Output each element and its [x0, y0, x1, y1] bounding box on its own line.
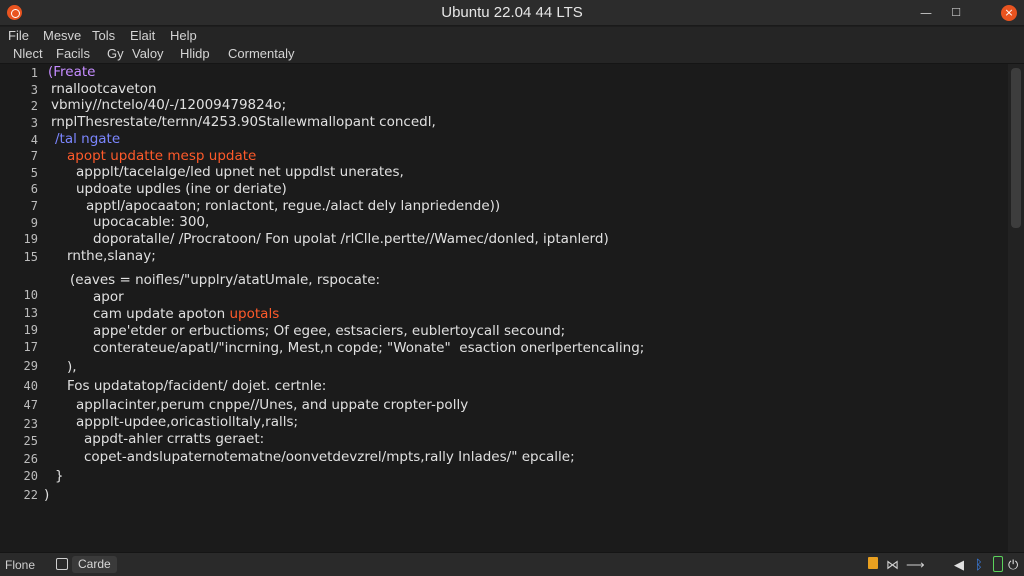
code-line: appplt-updee,oricastiolltaly,ralls; [76, 414, 299, 430]
toolbar: Nlect Facils Gy Valoy Hlidp Cormentaly [0, 45, 1024, 64]
code-line: appdt-ahler crratts geraet: [84, 431, 265, 447]
code-line: copet-andslupaternotematne/oonvetdevzrel… [84, 449, 575, 465]
line-number: 47 [23, 398, 38, 412]
volume-icon[interactable]: ◀ [954, 557, 964, 573]
network-icon[interactable]: ⋈ [886, 557, 899, 573]
status-label: Flone [5, 558, 36, 572]
line-number: 22 [23, 488, 38, 502]
code-line: ), [67, 359, 77, 375]
code-line: appe'etder or erbuctioms; Of egee, estsa… [93, 323, 566, 339]
toolbar-hlidp[interactable]: Hlidp [180, 46, 210, 61]
window-title: Ubuntu 22.04 44 LTS [441, 4, 583, 21]
arrow-icon: ⟶ [906, 557, 925, 572]
highlighted-token: upotals [229, 306, 280, 322]
menu-bar: File Mesve Tols Elait Help [0, 27, 1024, 45]
document-icon [56, 558, 68, 570]
title-bar: Ubuntu 22.04 44 LTS — ☐ × [0, 0, 1024, 26]
menu-elait[interactable]: Elait [130, 28, 155, 43]
scrollbar-thumb[interactable] [1011, 68, 1021, 228]
code-line: rnallootcaveton [51, 81, 157, 97]
bluetooth-icon[interactable]: ᛒ [975, 557, 983, 572]
line-number: 6 [30, 182, 38, 196]
toolbar-nlect[interactable]: Nlect [13, 46, 43, 61]
code-line: } [55, 468, 64, 484]
code-line: ) [44, 487, 50, 503]
code-line: conterateue/apatl/"incrning, Mest,n copd… [93, 340, 645, 356]
line-number: 3 [30, 83, 38, 97]
code-line: vbmiy//nctelo/40/-/12009479824o; [51, 97, 287, 113]
power-icon[interactable]: ⏻ [1008, 557, 1018, 573]
line-number: 1 [30, 66, 38, 80]
line-number: 17 [23, 340, 38, 354]
line-number: 15 [23, 250, 38, 264]
menu-file[interactable]: File [8, 28, 29, 43]
line-number: 4 [30, 133, 38, 147]
text-editor[interactable]: 1 3 2 3 4 7 5 6 7 9 19 15 10 13 19 17 29… [0, 64, 1008, 552]
status-bar: Flone Carde ⋈ ⟶ ◀ ᛒ ⏻ [0, 552, 1024, 576]
code-text: cam update apoton [93, 306, 230, 322]
minimize-button[interactable]: — [918, 4, 934, 22]
line-number: 2 [30, 99, 38, 113]
line-number: 7 [30, 199, 38, 213]
line-number: 19 [23, 323, 38, 337]
line-number: 26 [23, 452, 38, 466]
menu-help[interactable]: Help [170, 28, 197, 43]
code-line: (eaves = noifles/"upplry/atatUmale, rspo… [70, 272, 381, 288]
battery-icon[interactable] [993, 556, 1003, 572]
line-number-gutter: 1 3 2 3 4 7 5 6 7 9 19 15 10 13 19 17 29… [0, 64, 46, 552]
line-number: 3 [30, 116, 38, 130]
code-line: /tal ngate [55, 131, 121, 147]
line-number: 10 [23, 288, 38, 302]
code-line: apor [93, 289, 124, 305]
code-line: (Freate [48, 64, 96, 80]
line-number: 25 [23, 434, 38, 448]
carde-button[interactable]: Carde [72, 556, 117, 573]
code-line: rnplThesrestate/ternn/4253.90Stallewmall… [51, 114, 436, 130]
code-line: doporatalle/ /Procratoon/ Fon upolat /rl… [93, 231, 609, 247]
code-line: rnthe,slanay; [67, 248, 156, 264]
code-line: apptl/apocaaton; ronlactont, regue./alac… [86, 198, 501, 214]
line-number: 40 [23, 379, 38, 393]
toolbar-cormentaly[interactable]: Cormentaly [228, 46, 294, 61]
folder-icon[interactable] [868, 557, 878, 569]
line-number: 9 [30, 216, 38, 230]
line-number: 13 [23, 306, 38, 320]
toolbar-valoy[interactable]: Valoy [132, 46, 164, 61]
toolbar-facils[interactable]: Facils [56, 46, 90, 61]
vertical-scrollbar[interactable] [1008, 64, 1024, 552]
line-number: 7 [30, 149, 38, 163]
line-number: 23 [23, 417, 38, 431]
line-number: 29 [23, 359, 38, 373]
code-line: updoate updles (ine or deriate) [76, 181, 287, 197]
code-line: appplt/tacelalge/led upnet net uppdlst u… [76, 164, 404, 180]
close-button[interactable]: × [1001, 5, 1017, 21]
code-line: cam update apoton upotals [93, 306, 279, 322]
line-number: 19 [23, 232, 38, 246]
code-line: upocacable: 300, [93, 214, 210, 230]
code-line: appllacinter,perum cnppe//Unes, and uppa… [76, 397, 469, 413]
menu-mesve[interactable]: Mesve [43, 28, 81, 43]
line-number: 5 [30, 166, 38, 180]
menu-tols[interactable]: Tols [92, 28, 115, 43]
line-number: 20 [23, 469, 38, 483]
toolbar-gy[interactable]: Gy [107, 46, 124, 61]
code-line: apopt updatte mesp update [67, 148, 257, 164]
code-line: Fos updatatop/facident/ dojet. certnle: [67, 378, 327, 394]
maximize-button[interactable]: ☐ [948, 4, 964, 22]
